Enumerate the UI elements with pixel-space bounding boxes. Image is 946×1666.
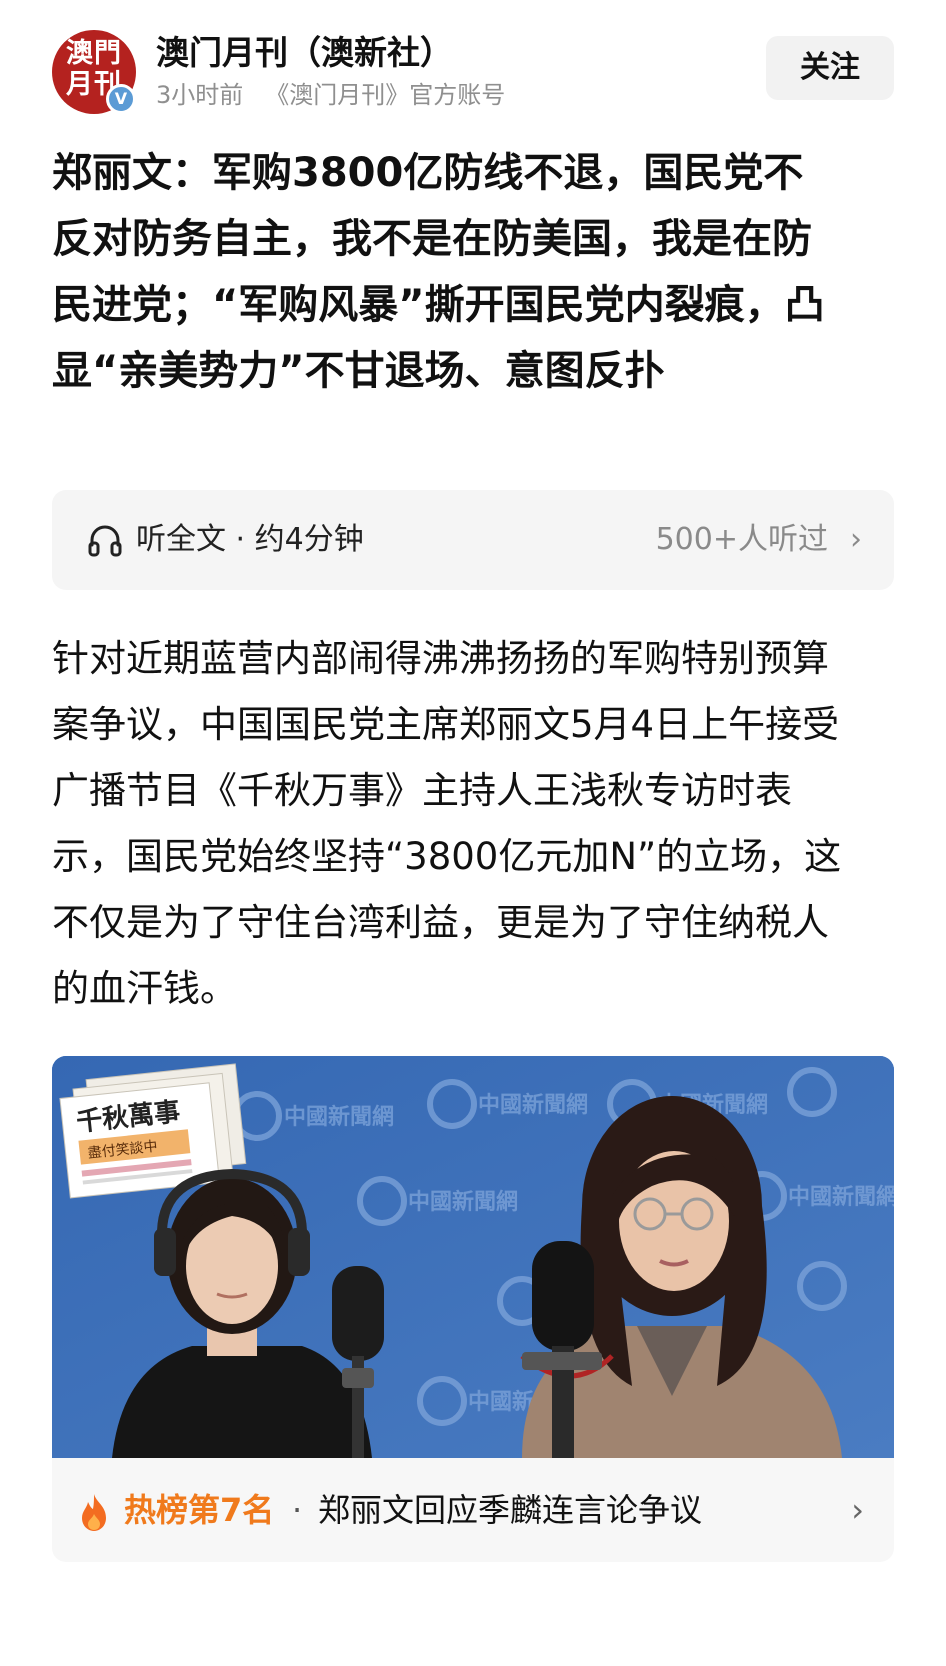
account-name[interactable]: 澳门月刊（澳新社）	[156, 32, 453, 74]
account-source: 《澳门月刊》官方账号	[265, 81, 506, 109]
hot-list-bar[interactable]: 热榜第7名 · 郑丽文回应季麟连言论争议 ›	[52, 1458, 894, 1562]
article-title: 郑丽文：军购3800亿防线不退，国民党不反对防务自主，我不是在防美国，我是在防民…	[52, 150, 825, 394]
svg-text:中國新聞網: 中國新聞網	[478, 1092, 588, 1118]
headphones-icon	[88, 525, 122, 557]
studio-photo-illustration: 中國新聞網 中國新聞網 中國新聞網 中國新聞網 中國新聞網 中國新聞網 千秋萬事…	[52, 1056, 894, 1458]
hot-topic: 郑丽文回应季麟连言论争议	[318, 1491, 703, 1529]
svg-text:中國新聞網: 中國新聞網	[788, 1184, 894, 1210]
verified-badge-icon: V	[106, 84, 136, 114]
listen-count: 500+人听过	[655, 522, 828, 557]
post-time: 3小时前	[156, 81, 244, 109]
chevron-right-icon: ›	[850, 522, 862, 557]
listen-full-text-bar[interactable]: 听全文 · 约4分钟 500+人听过 ›	[52, 490, 894, 590]
follow-button[interactable]: 关注	[766, 36, 894, 100]
article-page: 澳門月刊 V 澳门月刊（澳新社） 3小时前 《澳门月刊》官方账号 关注 郑丽文：军…	[0, 0, 946, 1666]
article-body: 针对近期蓝营内部闹得沸沸扬扬的军购特别预算案争议，中国国民党主席郑丽文5月4日上…	[52, 637, 842, 1010]
flame-icon	[82, 1494, 106, 1531]
hot-separator: ·	[292, 1491, 303, 1529]
article-photo[interactable]: 中國新聞網 中國新聞網 中國新聞網 中國新聞網 中國新聞網 中國新聞網 千秋萬事…	[52, 1056, 894, 1458]
watermark-label: 中國新聞網	[284, 1104, 394, 1130]
listen-label: 听全文 · 约4分钟	[136, 522, 364, 557]
svg-text:中國新聞網: 中國新聞網	[408, 1189, 518, 1215]
account-meta: 3小时前 《澳门月刊》官方账号	[156, 80, 505, 110]
chevron-right-icon: ›	[851, 1491, 864, 1529]
hot-rank: 热榜第7名	[124, 1491, 275, 1529]
account-header: 澳門月刊 V 澳门月刊（澳新社） 3小时前 《澳门月刊》官方账号 关注	[52, 28, 894, 116]
